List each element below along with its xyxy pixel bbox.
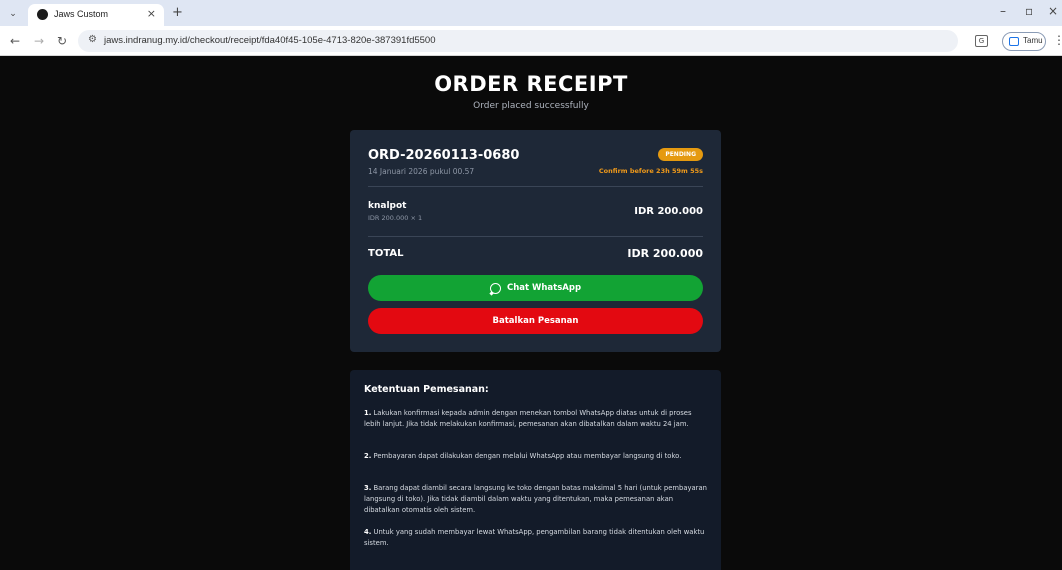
term-text: Untuk yang sudah membayar lewat WhatsApp… (364, 528, 705, 547)
page-title: ORDER RECEIPT (434, 72, 628, 96)
tab-search-icon[interactable]: ⌄ (6, 7, 20, 21)
divider (368, 236, 703, 237)
minimize-icon[interactable]: – (1000, 4, 1006, 18)
restore-icon[interactable]: ▫ (1025, 4, 1033, 18)
whatsapp-icon (489, 282, 501, 294)
terms-panel: Ketentuan Pemesanan: 1. Lakukan konfirma… (350, 370, 721, 570)
back-icon[interactable]: ← (10, 34, 20, 48)
term-item: 1. Lakukan konfirmasi kepada admin denga… (364, 408, 709, 430)
term-number: 2. (364, 452, 372, 460)
cancel-order-label: Batalkan Pesanan (492, 316, 579, 326)
reload-icon[interactable]: ↻ (57, 34, 67, 48)
profile-label: Tamu (1023, 36, 1043, 45)
receipt-card: ORD-20260113-0680 14 Januari 2026 pukul … (350, 130, 721, 352)
total-label: TOTAL (368, 248, 404, 259)
page-subtitle: Order placed successfully (473, 101, 589, 111)
item-name: knalpot (368, 201, 407, 211)
status-badge: PENDING (658, 148, 703, 161)
term-number: 3. (364, 484, 372, 492)
order-id: ORD-20260113-0680 (368, 148, 520, 163)
browser-tab-bar: ⌄ Jaws Custom × + – ▫ × (0, 0, 1062, 26)
forward-icon[interactable]: → (34, 34, 44, 48)
order-date: 14 Januari 2026 pukul 00.57 (368, 167, 475, 176)
chat-whatsapp-button[interactable]: Chat WhatsApp (368, 275, 703, 301)
new-tab-icon[interactable]: + (172, 5, 183, 20)
window-close-icon[interactable]: × (1048, 4, 1058, 18)
cancel-order-button[interactable]: Batalkan Pesanan (368, 308, 703, 334)
more-menu-icon[interactable]: ⋮ (1053, 33, 1062, 47)
term-text: Barang dapat diambil secara langsung ke … (364, 484, 707, 514)
translate-icon[interactable]: G (975, 35, 988, 47)
term-item: 3. Barang dapat diambil secara langsung … (364, 483, 709, 516)
item-qty-price: IDR 200.000 × 1 (368, 214, 423, 222)
page-content: ORDER RECEIPT Order placed successfully … (0, 57, 1062, 570)
term-number: 4. (364, 528, 372, 536)
profile-button[interactable]: Tamu (1002, 32, 1046, 51)
terms-title: Ketentuan Pemesanan: (364, 384, 489, 395)
item-subtotal: IDR 200.000 (634, 206, 703, 217)
total-value: IDR 200.000 (627, 247, 703, 260)
tab-close-icon[interactable]: × (147, 7, 156, 20)
term-item: 4. Untuk yang sudah membayar lewat Whats… (364, 527, 709, 549)
term-item: 2. Pembayaran dapat dilakukan dengan mel… (364, 451, 709, 462)
term-text: Lakukan konfirmasi kepada admin dengan m… (364, 409, 692, 428)
url-text[interactable]: jaws.indranug.my.id/checkout/receipt/fda… (104, 35, 436, 46)
browser-toolbar: ← → ↻ ⚙ jaws.indranug.my.id/checkout/rec… (0, 26, 1062, 56)
term-number: 1. (364, 409, 372, 417)
profile-icon (1009, 37, 1019, 46)
confirm-deadline: Confirm before 23h 59m 55s (598, 167, 703, 175)
chat-whatsapp-label: Chat WhatsApp (506, 283, 582, 293)
site-info-icon[interactable]: ⚙ (88, 34, 97, 45)
browser-tab[interactable]: Jaws Custom × (28, 4, 164, 26)
term-text: Pembayaran dapat dilakukan dengan melalu… (373, 452, 682, 460)
tab-title: Jaws Custom (54, 9, 109, 19)
favicon-icon (37, 9, 48, 20)
divider (368, 186, 703, 187)
address-bar[interactable]: ⚙ jaws.indranug.my.id/checkout/receipt/f… (78, 30, 958, 52)
